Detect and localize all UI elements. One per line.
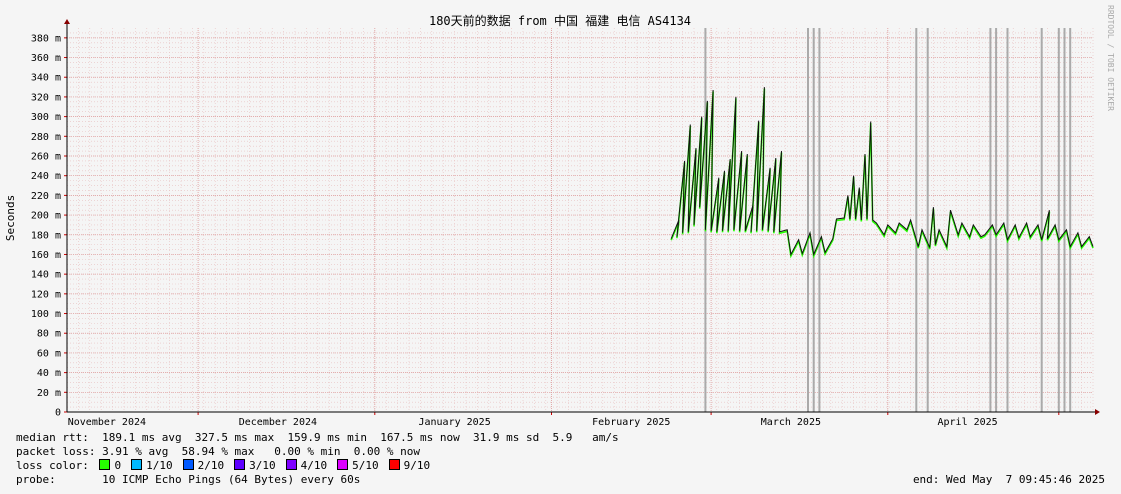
y-tick-label: 200 m: [31, 211, 61, 222]
y-tick-label: 260 m: [31, 152, 61, 163]
x-tick-label: February 2025: [592, 417, 670, 428]
y-tick-label: 80 m: [37, 329, 61, 340]
loss-spike: [995, 28, 998, 412]
loss-color-label-item: 2/10: [197, 459, 225, 472]
loss-color-item: 5/10: [333, 459, 379, 472]
median-rtt-label: median rtt:: [16, 431, 89, 444]
x-tick-label: April 2025: [937, 417, 997, 428]
x-axis-arrow: [1095, 409, 1100, 415]
y-tick-label: 160 m: [31, 250, 61, 261]
loss-spike: [1057, 28, 1060, 412]
y-tick-label: 60 m: [37, 348, 61, 359]
y-tick-label: 240 m: [31, 171, 61, 182]
loss-spike: [1063, 28, 1066, 412]
loss-color-swatch: [234, 459, 246, 470]
loss-color-item: 4/10: [282, 459, 328, 472]
y-axis-arrow: [64, 19, 70, 24]
y-tick-label: 320 m: [31, 92, 61, 103]
loss-color-item: 9/10: [385, 459, 431, 472]
loss-spike: [1040, 28, 1043, 412]
x-tick-label: December 2024: [239, 417, 317, 428]
median-rtt-row: median rtt: 189.1 ms avg 327.5 ms max 15…: [16, 431, 619, 445]
loss-spike: [926, 28, 929, 412]
packet-loss-stats: 3.91 % avg 58.94 % max 0.00 % min 0.00 %…: [102, 445, 420, 458]
y-tick-label: 340 m: [31, 73, 61, 84]
loss-spike: [915, 28, 918, 412]
y-tick-label: 220 m: [31, 191, 61, 202]
packet-loss-row: packet loss: 3.91 % avg 58.94 % max 0.00…: [16, 445, 420, 459]
probe-label: probe:: [16, 473, 56, 486]
x-tick-label: March 2025: [761, 417, 821, 428]
y-tick-label: 20 m: [37, 388, 61, 399]
loss-color-label: loss color:: [16, 459, 89, 472]
loss-color-label-item: 0: [114, 459, 122, 472]
loss-color-swatch: [182, 459, 194, 470]
probe-text: 10 ICMP Echo Pings (64 Bytes) every 60s: [102, 473, 361, 486]
loss-color-swatch: [337, 459, 349, 470]
loss-color-label-item: 3/10: [249, 459, 276, 472]
packet-loss-label: packet loss:: [16, 445, 96, 458]
y-tick-label: 380 m: [31, 33, 61, 44]
loss-color-item: 0: [95, 459, 121, 472]
rrdtool-watermark: RRDTOOL / TOBI OETIKER: [1106, 5, 1115, 111]
y-axis-label: Seconds: [4, 195, 17, 241]
loss-color-label-item: 5/10: [352, 459, 379, 472]
latency-chart: 180天前的数据 from 中国 福建 电信 AS4134 Seconds RR…: [4, 5, 1115, 428]
loss-color-label-item: 1/10: [146, 459, 173, 472]
median-rtt-stats: 189.1 ms avg 327.5 ms max 159.9 ms min 1…: [102, 431, 619, 444]
loss-color-swatch: [388, 459, 400, 470]
loss-color-item: 2/10: [179, 459, 225, 472]
x-tick-label: January 2025: [418, 417, 490, 428]
probe-row: probe: 10 ICMP Echo Pings (64 Bytes) eve…: [16, 473, 360, 487]
loss-color-swatch: [285, 459, 297, 470]
y-tick-label: 100 m: [31, 309, 61, 320]
loss-spike: [989, 28, 992, 412]
loss-color-label-item: 9/10: [403, 459, 431, 472]
chart-title: 180天前的数据 from 中国 福建 电信 AS4134: [429, 13, 691, 28]
loss-spike: [807, 28, 809, 412]
x-tick-label: November 2024: [68, 417, 146, 428]
end-timestamp: end: Wed May 7 09:45:46 2025: [912, 473, 1105, 486]
loss-spike: [818, 28, 821, 412]
loss-color-item: 1/10: [127, 459, 173, 472]
loss-color-row: loss color: 0 1/10 2/10 3/10 4/10 5/10 9/10: [16, 459, 436, 473]
y-tick-label: 360 m: [31, 53, 61, 64]
loss-color-item: 3/10: [230, 459, 276, 472]
y-tick-label: 180 m: [31, 230, 61, 241]
loss-color-swatch: [99, 459, 111, 470]
loss-spike: [812, 28, 815, 412]
y-tick-label: 0: [55, 408, 61, 419]
loss-spike: [1069, 28, 1072, 412]
loss-color-swatch: [131, 459, 143, 470]
y-tick-label: 300 m: [31, 112, 61, 123]
y-tick-label: 280 m: [31, 132, 61, 143]
y-tick-label: 140 m: [31, 270, 61, 281]
y-tick-label: 120 m: [31, 289, 61, 300]
loss-spike: [1006, 28, 1009, 412]
y-tick-label: 40 m: [37, 368, 61, 379]
loss-color-label-item: 4/10: [300, 459, 328, 472]
